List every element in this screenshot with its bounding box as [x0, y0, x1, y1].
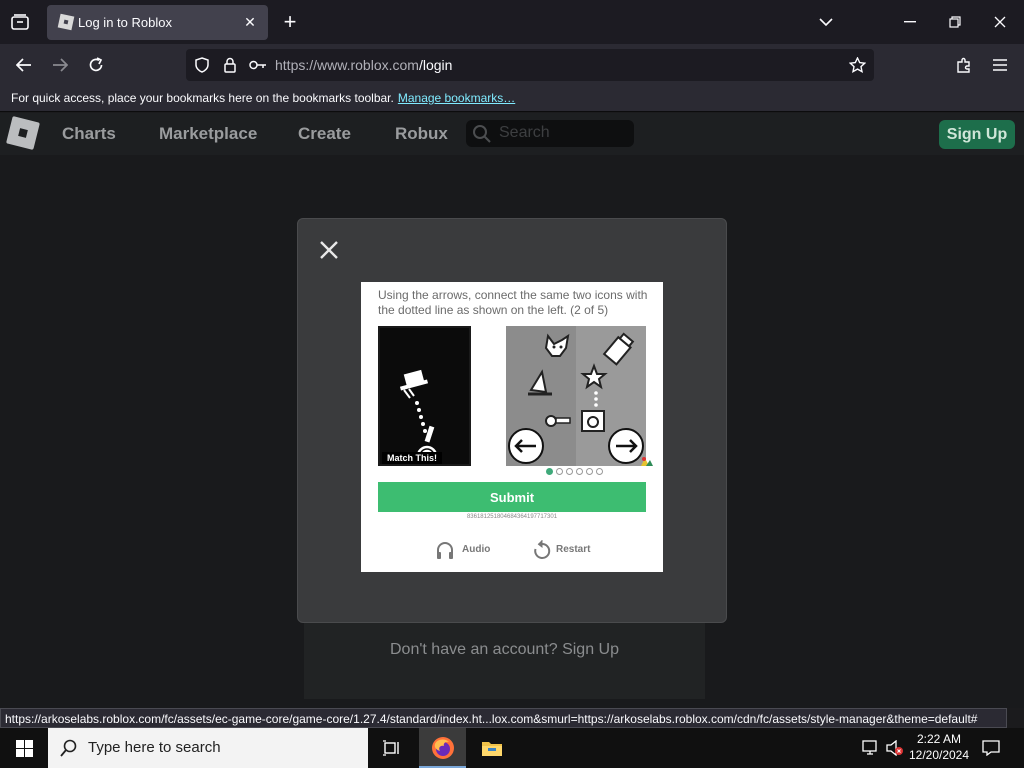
manage-bookmarks-link[interactable]: Manage bookmarks… [398, 91, 515, 105]
submit-button[interactable]: Submit [378, 482, 646, 512]
progress-dot [576, 468, 583, 475]
captcha-instruction: Using the arrows, connect the same two i… [378, 288, 648, 317]
no-account-signup-link[interactable]: Don't have an account? Sign Up [304, 641, 705, 659]
roblox-search-input[interactable]: Search [466, 120, 634, 147]
status-bar-url: https://arkoselabs.roblox.com/fc/assets/… [0, 708, 1007, 728]
back-arrow-icon[interactable] [12, 53, 36, 77]
lock-icon[interactable] [221, 56, 239, 74]
url-text: https://www.roblox.com/login [275, 57, 452, 73]
close-icon[interactable] [318, 239, 340, 261]
match-this-label: Match This! [382, 452, 443, 464]
login-card-bottom: Don't have an account? Sign Up [304, 615, 705, 699]
nav-create[interactable]: Create [298, 124, 351, 144]
url-path: /login [418, 57, 453, 73]
hamburger-menu-icon[interactable] [989, 54, 1011, 76]
windows-start-icon[interactable] [0, 728, 48, 768]
captcha-frame: Using the arrows, connect the same two i… [361, 282, 663, 572]
firefox-icon [432, 737, 454, 759]
restart-label: Restart [556, 544, 591, 555]
system-clock[interactable]: 2:22 AM 12/20/2024 [906, 731, 972, 763]
roblox-header: Charts Marketplace Create Robux Search S… [0, 113, 1024, 155]
search-icon [60, 739, 77, 757]
taskbar-search-placeholder: Type here to search [88, 739, 221, 756]
progress-dot [546, 468, 553, 475]
dotted-line [415, 401, 427, 433]
captcha-example-image: Match This! [378, 326, 471, 466]
nav-robux[interactable]: Robux [395, 124, 448, 144]
tracking-protection-shield-icon[interactable] [193, 56, 211, 74]
forward-arrow-icon[interactable] [48, 53, 72, 77]
search-placeholder: Search [499, 124, 550, 141]
captcha-puzzle-image [506, 326, 646, 466]
nav-charts[interactable]: Charts [62, 124, 116, 144]
windows-taskbar: Type here to search 2:22 AM 12/20/2024 [0, 728, 1024, 768]
progress-dot [596, 468, 603, 475]
close-window-icon[interactable] [988, 12, 1012, 32]
url-host: https://www.roblox.com [275, 57, 419, 73]
bookmarks-toolbar: For quick access, place your bookmarks h… [0, 86, 1024, 112]
headphones-icon [437, 542, 453, 559]
bookmark-star-icon[interactable] [847, 55, 867, 75]
sign-up-button[interactable]: Sign Up [939, 120, 1015, 149]
restore-window-icon[interactable] [943, 12, 967, 32]
new-tab-icon[interactable]: + [278, 9, 302, 34]
captcha-session-id: 836181251804684364197717301 [466, 514, 558, 520]
arrow-right-button[interactable] [608, 428, 644, 464]
dotted-line [594, 391, 598, 407]
extensions-puzzle-icon[interactable] [953, 54, 975, 76]
audio-label: Audio [462, 544, 491, 555]
chevron-down-icon[interactable] [814, 12, 838, 32]
close-tab-icon[interactable]: ✕ [240, 12, 260, 32]
network-icon[interactable] [860, 738, 882, 758]
taskbar-search-input[interactable]: Type here to search [48, 728, 368, 768]
progress-dot [566, 468, 573, 475]
progress-dot [586, 468, 593, 475]
navigation-toolbar: https://www.roblox.com/login [0, 44, 1024, 86]
accessibility-flag-icon [641, 457, 653, 466]
taskbar-firefox-app[interactable] [419, 728, 466, 768]
browser-tab-active[interactable]: Log in to Roblox ✕ [47, 5, 268, 40]
arrow-left-button[interactable] [508, 428, 544, 464]
restart-icon [534, 540, 551, 559]
clock-date: 12/20/2024 [908, 748, 970, 762]
task-view-icon[interactable] [380, 736, 404, 760]
bookmarks-hint: For quick access, place your bookmarks h… [11, 91, 394, 105]
captcha-progress-dots [546, 468, 603, 475]
volume-muted-icon[interactable] [884, 738, 906, 758]
key-icon[interactable] [248, 56, 268, 74]
roblox-logo-icon[interactable] [6, 116, 40, 150]
roblox-favicon-icon [57, 13, 75, 31]
notifications-icon[interactable] [980, 737, 1002, 759]
camera-icon [581, 410, 605, 432]
hat-icon [399, 369, 429, 399]
tab-strip: Log in to Roblox ✕ + [0, 0, 1024, 44]
url-bar[interactable]: https://www.roblox.com/login [186, 49, 874, 81]
tab-title: Log in to Roblox [78, 15, 172, 30]
nav-marketplace[interactable]: Marketplace [159, 124, 257, 144]
tab-list-icon[interactable] [8, 11, 32, 33]
minimize-window-icon[interactable] [898, 12, 922, 32]
clock-time: 2:22 AM [916, 732, 962, 746]
progress-dot [556, 468, 563, 475]
file-explorer-icon[interactable] [479, 736, 505, 760]
reload-icon[interactable] [84, 53, 108, 77]
search-icon [473, 125, 491, 143]
